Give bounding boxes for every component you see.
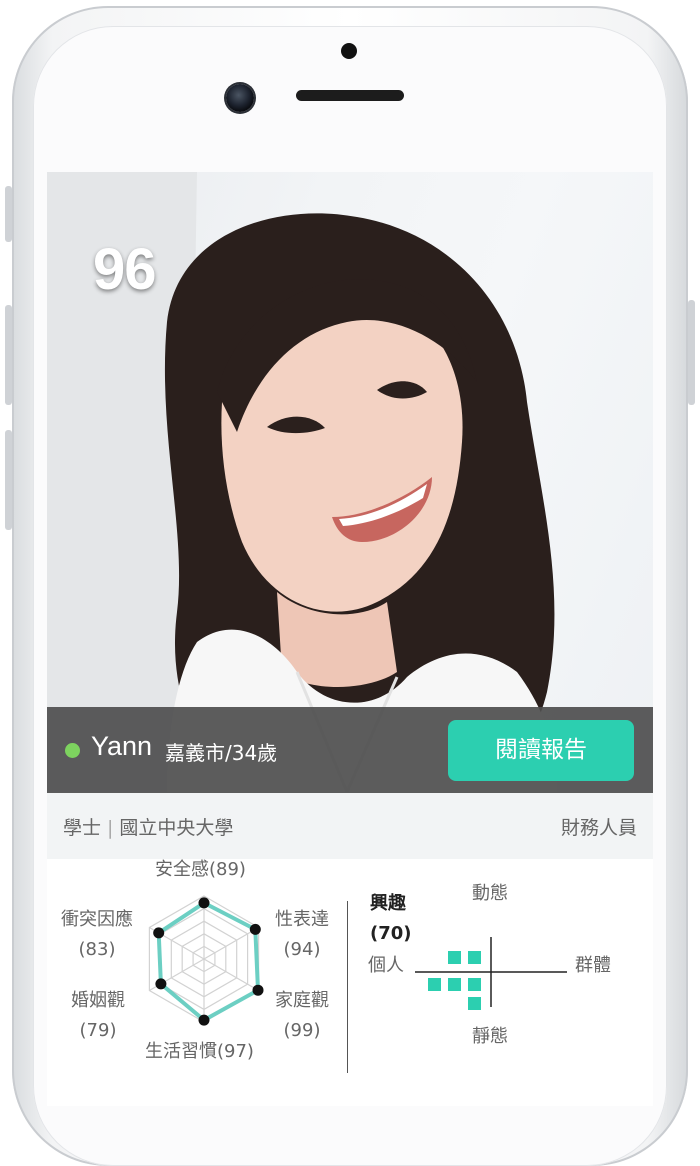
power-button [688, 300, 695, 405]
volume-down-button [5, 430, 12, 530]
earpiece-speaker [296, 90, 404, 101]
profile-name: Yann [91, 731, 153, 761]
mute-switch [5, 186, 12, 242]
personality-section: 安全感(89) 性表達 (94) 家庭觀 (99) 生活習慣(97) 婚姻觀 (79)… [47, 859, 653, 1106]
occupation: 財務人員 [560, 817, 637, 839]
education-info: 學士 | 國立中央大學 [63, 813, 233, 840]
match-score: 96 [93, 237, 157, 302]
profile-photo[interactable]: 96 [47, 172, 653, 792]
online-status-icon [65, 743, 80, 758]
front-camera-icon [226, 84, 254, 112]
city-age: 嘉義市/34歲 [165, 741, 278, 765]
divider: | [107, 817, 114, 839]
interest-cell [428, 978, 441, 991]
profile-screen: 96 Yann 嘉義市/34歲 閱讀報告 學士 | 國立中央大學 財務人員 安全感(… [47, 172, 653, 1106]
school: 國立中央大學 [119, 817, 234, 839]
read-report-button[interactable]: 閱讀報告 [448, 720, 634, 781]
interest-cell [448, 951, 461, 964]
interest-cell [468, 997, 481, 1010]
interest-cell [468, 978, 481, 991]
proximity-sensor [341, 43, 357, 59]
interest-cell [448, 978, 461, 991]
interest-quadrant-chart [415, 937, 567, 1010]
degree: 學士 [63, 817, 102, 839]
profile-info-bar: Yann 嘉義市/34歲 閱讀報告 [47, 707, 653, 793]
interest-cell [468, 951, 481, 964]
volume-up-button [5, 305, 12, 405]
education-row: 學士 | 國立中央大學 財務人員 [47, 793, 653, 859]
